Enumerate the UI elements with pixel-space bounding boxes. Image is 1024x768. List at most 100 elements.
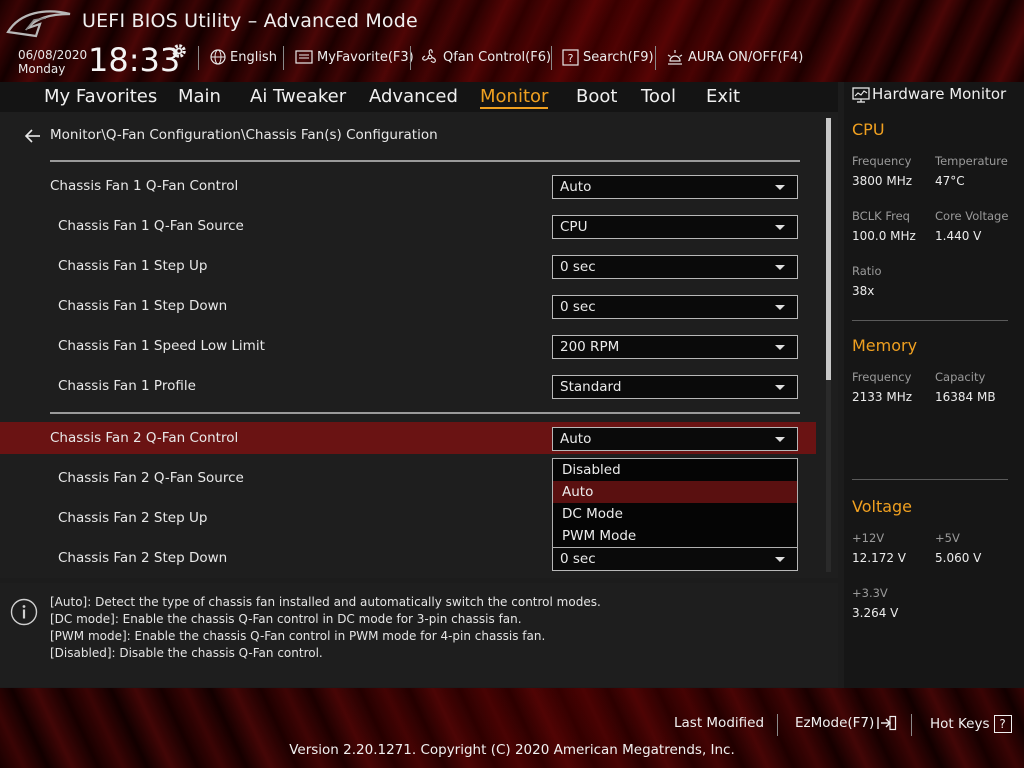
ratio-value: 38x bbox=[852, 284, 875, 298]
v12-label: +12V bbox=[852, 531, 885, 545]
memory-frequency-label: Frequency bbox=[852, 370, 912, 384]
hardware-monitor-panel: Hardware Monitor CPU Frequency Temperatu… bbox=[844, 82, 1024, 688]
info-icon bbox=[10, 598, 38, 626]
tab-main[interactable]: Main bbox=[178, 85, 221, 109]
section-divider bbox=[50, 160, 800, 162]
setting-label: Chassis Fan 1 Speed Low Limit bbox=[58, 338, 265, 354]
popup-option-disabled[interactable]: Disabled bbox=[553, 459, 797, 481]
help-line: [PWM mode]: Enable the chassis Q-Fan con… bbox=[50, 629, 546, 643]
back-arrow-icon[interactable] bbox=[24, 128, 42, 144]
setting-row[interactable]: Chassis Fan 1 Q-Fan Source CPU bbox=[0, 210, 816, 242]
v12-value: 12.172 V bbox=[852, 551, 907, 565]
setting-row[interactable]: Chassis Fan 1 Step Down 0 sec bbox=[0, 290, 816, 322]
tab-tool[interactable]: Tool bbox=[641, 85, 676, 109]
cpu-heading: CPU bbox=[852, 120, 885, 139]
dropdown-value: 200 RPM bbox=[560, 339, 620, 355]
setting-label: Chassis Fan 1 Step Up bbox=[58, 258, 208, 274]
v33-value: 3.264 V bbox=[852, 606, 899, 620]
v33-label: +3.3V bbox=[852, 586, 888, 600]
search-button[interactable]: ? Search(F9) bbox=[562, 47, 654, 67]
fan-icon bbox=[422, 49, 436, 63]
hardware-monitor-title: Hardware Monitor bbox=[872, 85, 1007, 103]
my-favorite-label: MyFavorite(F3) bbox=[317, 49, 414, 65]
day-text: Monday bbox=[18, 62, 66, 76]
breadcrumb: Monitor\Q-Fan Configuration\Chassis Fan(… bbox=[50, 127, 438, 143]
cpu-temperature-label: Temperature bbox=[935, 154, 1008, 168]
dropdown-value: CPU bbox=[560, 219, 588, 235]
setting-row[interactable]: Chassis Fan 1 Profile Standard bbox=[0, 370, 816, 402]
panel-separator bbox=[852, 320, 1008, 321]
globe-icon bbox=[210, 49, 226, 65]
caret-down-icon bbox=[775, 225, 785, 230]
setting-dropdown[interactable]: 0 sec bbox=[552, 295, 798, 319]
setting-row[interactable]: Chassis Fan 1 Speed Low Limit 200 RPM bbox=[0, 330, 816, 362]
qfan-control-button[interactable]: Qfan Control(F6) bbox=[421, 47, 551, 67]
setting-row[interactable]: Chassis Fan 1 Step Up 0 sec bbox=[0, 250, 816, 282]
tab-ai-tweaker[interactable]: Ai Tweaker bbox=[250, 85, 346, 109]
caret-down-icon bbox=[775, 345, 785, 350]
scrollbar-thumb[interactable] bbox=[826, 118, 831, 380]
language-label: English bbox=[230, 49, 277, 65]
top-header: UEFI BIOS Utility – Advanced Mode 06/08/… bbox=[0, 0, 1024, 82]
setting-row[interactable]: Chassis Fan 1 Q-Fan Control Auto bbox=[0, 170, 816, 202]
help-panel: [Auto]: Detect the type of chassis fan i… bbox=[0, 583, 838, 687]
footer-separator bbox=[911, 714, 912, 736]
dropdown-value: Auto bbox=[560, 179, 592, 195]
popup-option-pwm-mode[interactable]: PWM Mode bbox=[553, 525, 797, 547]
panel-separator bbox=[852, 479, 1008, 480]
aura-light-icon bbox=[667, 50, 683, 65]
cpu-frequency-label: Frequency bbox=[852, 154, 912, 168]
setting-dropdown[interactable]: 0 sec bbox=[552, 547, 798, 571]
bclk-label: BCLK Freq bbox=[852, 209, 910, 223]
qfan-control-label: Qfan Control(F6) bbox=[443, 49, 552, 65]
last-modified-button[interactable]: Last Modified bbox=[674, 715, 764, 731]
cpu-frequency-value: 3800 MHz bbox=[852, 174, 913, 188]
dropdown-popup: Disabled Auto DC Mode PWM Mode bbox=[552, 458, 798, 548]
setting-label: Chassis Fan 1 Profile bbox=[58, 378, 196, 394]
dropdown-value: Auto bbox=[560, 431, 592, 447]
setting-dropdown[interactable]: 200 RPM bbox=[552, 335, 798, 359]
app-title: UEFI BIOS Utility – Advanced Mode bbox=[82, 10, 418, 32]
setting-dropdown[interactable]: Standard bbox=[552, 375, 798, 399]
popup-option-auto[interactable]: Auto bbox=[553, 481, 797, 503]
search-label: Search(F9) bbox=[583, 49, 654, 65]
language-button[interactable]: English bbox=[210, 47, 277, 67]
caret-down-icon bbox=[775, 437, 785, 442]
hot-keys-button[interactable]: Hot Keys ? bbox=[930, 715, 1012, 733]
bclk-value: 100.0 MHz bbox=[852, 229, 916, 243]
tab-exit[interactable]: Exit bbox=[706, 85, 740, 109]
exit-arrow-icon bbox=[877, 715, 897, 731]
memory-capacity-label: Capacity bbox=[935, 370, 986, 384]
caret-down-icon bbox=[775, 265, 785, 270]
setting-dropdown[interactable]: Auto bbox=[552, 175, 798, 199]
aura-label: AURA ON/OFF(F4) bbox=[688, 49, 804, 65]
ratio-label: Ratio bbox=[852, 264, 882, 278]
cpu-temperature-value: 47°C bbox=[935, 174, 965, 188]
caret-down-icon bbox=[775, 385, 785, 390]
ezmode-button[interactable]: EzMode(F7) bbox=[795, 715, 897, 731]
svg-text:?: ? bbox=[568, 52, 574, 65]
caret-down-icon bbox=[775, 305, 785, 310]
help-line: [Disabled]: Disable the chassis Q-Fan co… bbox=[50, 646, 323, 660]
tab-boot[interactable]: Boot bbox=[576, 85, 617, 109]
section-divider bbox=[50, 412, 800, 414]
header-separator bbox=[410, 46, 411, 70]
core-voltage-value: 1.440 V bbox=[935, 229, 982, 243]
my-favorite-button[interactable]: MyFavorite(F3) bbox=[295, 47, 414, 67]
aura-toggle-button[interactable]: AURA ON/OFF(F4) bbox=[666, 47, 803, 67]
help-line: [DC mode]: Enable the chassis Q-Fan cont… bbox=[50, 612, 522, 626]
tab-monitor[interactable]: Monitor bbox=[480, 85, 549, 109]
setting-dropdown[interactable]: Auto bbox=[552, 427, 798, 451]
tab-my-favorites[interactable]: My Favorites bbox=[44, 85, 157, 109]
setting-label: Chassis Fan 2 Q-Fan Source bbox=[58, 470, 244, 486]
setting-dropdown[interactable]: 0 sec bbox=[552, 255, 798, 279]
setting-dropdown[interactable]: CPU bbox=[552, 215, 798, 239]
ezmode-label: EzMode(F7) bbox=[795, 715, 875, 731]
dropdown-value: 0 sec bbox=[560, 259, 596, 275]
popup-option-dc-mode[interactable]: DC Mode bbox=[553, 503, 797, 525]
gear-icon[interactable] bbox=[170, 42, 188, 60]
footer-separator bbox=[777, 714, 778, 736]
tab-advanced[interactable]: Advanced bbox=[369, 85, 458, 109]
setting-row-selected[interactable]: Chassis Fan 2 Q-Fan Control Auto bbox=[0, 422, 816, 454]
hot-keys-label: Hot Keys bbox=[930, 716, 990, 732]
